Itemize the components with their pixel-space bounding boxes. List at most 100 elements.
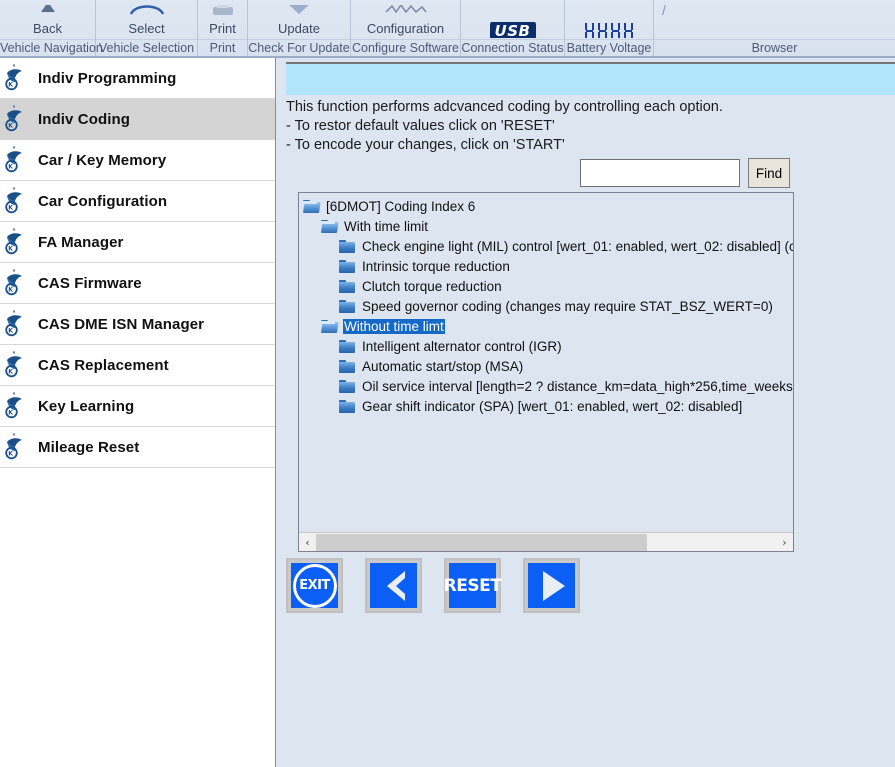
search-input[interactable] <box>580 159 740 187</box>
tree-node[interactable]: Speed governor coding (changes may requi… <box>299 296 793 316</box>
scrollbar-track[interactable] <box>316 533 776 551</box>
coding-options-tree[interactable]: [6DMOT] Coding Index 6 With time limit Che… <box>298 192 794 552</box>
brand-bird-icon: K <box>5 351 27 379</box>
ribbon-group-body: USB <box>461 0 564 39</box>
svg-text:K: K <box>8 369 13 376</box>
function-description: This function performs adcvanced coding … <box>286 99 723 153</box>
sidebar-item-car-configuration[interactable]: K Car Configuration <box>0 181 275 222</box>
brand-bird-icon: K <box>5 105 27 133</box>
ribbon-group-body: Update <box>248 0 350 39</box>
ribbon-icon-slot <box>127 5 167 21</box>
ribbon-group-title: Browser <box>654 39 895 56</box>
tree-node-label: [6DMOT] Coding Index 6 <box>326 198 476 214</box>
tree-horizontal-scrollbar[interactable]: ‹ › <box>299 532 793 551</box>
sidebar-item-label: Car / Key Memory <box>38 151 167 169</box>
tree-node[interactable]: Automatic start/stop (MSA) <box>299 356 793 376</box>
tree-node[interactable]: With time limit <box>299 216 793 236</box>
sidebar-item-cas-replacement[interactable]: K CAS Replacement <box>0 345 275 386</box>
ribbon-group-title: Connection Status <box>461 39 564 55</box>
sidebar-item-indiv-coding[interactable]: K Indiv Coding <box>0 99 275 140</box>
tree-node-label: Oil service interval [length=2 ? distanc… <box>362 378 793 394</box>
folder-closed-icon <box>339 399 355 413</box>
ribbon-group-body: Select <box>96 0 197 39</box>
sidebar-navigation: K Indiv Programming K Indiv Coding K Car / Ke… <box>0 58 276 767</box>
ribbon-group-vehicle-navigation[interactable]: Back Vehicle Navigation <box>0 0 103 56</box>
tree-node[interactable]: Without time limt <box>299 316 793 336</box>
folder-closed-icon <box>339 379 355 393</box>
reset-label: RESET <box>443 575 502 596</box>
scrollbar-thumb[interactable] <box>316 533 648 551</box>
scroll-right-arrow-icon[interactable]: › <box>776 533 793 551</box>
configuration-icon <box>384 5 428 21</box>
ribbon-group-connection-status[interactable]: USB Connection Status <box>461 0 565 56</box>
svg-text:K: K <box>8 123 13 130</box>
find-button[interactable]: Find <box>748 158 790 188</box>
tree-node-label: Automatic start/stop (MSA) <box>362 358 524 374</box>
tree-node-label: Clutch torque reduction <box>362 278 502 294</box>
ribbon-group-title: Print <box>198 39 247 56</box>
sidebar-item-label: CAS DME ISN Manager <box>38 315 205 333</box>
ribbon-toolbar: Back Vehicle Navigation Select Vehicle Sele… <box>0 0 895 58</box>
sidebar-item-label: Indiv Programming <box>38 69 177 87</box>
brand-bird-icon: K <box>5 269 27 297</box>
tree-node[interactable]: Check engine light (MIL) control [wert_0… <box>299 236 793 256</box>
tree-node[interactable]: Clutch torque reduction <box>299 276 793 296</box>
ribbon-group-body <box>565 0 653 39</box>
ribbon-icon-slot <box>35 5 61 21</box>
ribbon-icon-slot <box>384 5 428 21</box>
brand-bird-icon: K <box>5 187 27 215</box>
browser-path-text: / <box>662 2 666 18</box>
tree-node[interactable]: Gear shift indicator (SPA) [wert_01: ena… <box>299 396 793 416</box>
folder-closed-icon <box>339 279 355 293</box>
back-button[interactable] <box>365 558 422 613</box>
ribbon-caption: Configuration <box>366 21 445 36</box>
svg-text:K: K <box>8 410 13 417</box>
ribbon-group-print[interactable]: Print Print <box>198 0 248 56</box>
ribbon-group-check-for-update[interactable]: Update Check For Update <box>248 0 351 56</box>
brand-bird-icon: K <box>5 228 27 256</box>
ribbon-group-title: Check For Update <box>248 39 350 55</box>
play-icon <box>528 563 575 608</box>
tree-node[interactable]: [6DMOT] Coding Index 6 <box>299 196 793 216</box>
ribbon-group-vehicle-selection[interactable]: Select Vehicle Selection <box>96 0 198 56</box>
sidebar-item-key-learning[interactable]: K Key Learning <box>0 386 275 427</box>
sidebar-item-label: Key Learning <box>38 397 135 415</box>
sidebar-item-label: Car Configuration <box>38 192 168 210</box>
sidebar-item-car-key-memory[interactable]: K Car / Key Memory <box>0 140 275 181</box>
sidebar-item-mileage-reset[interactable]: K Mileage Reset <box>0 427 275 468</box>
svg-text:K: K <box>8 287 13 294</box>
sidebar-item-label: CAS Replacement <box>38 356 169 374</box>
tree-node[interactable]: Intrinsic torque reduction <box>299 256 793 276</box>
start-button[interactable] <box>523 558 580 613</box>
ribbon-group-configure-software[interactable]: Configuration Configure Software <box>351 0 461 56</box>
ribbon-group-body <box>654 0 895 39</box>
search-row: Find <box>580 158 790 188</box>
ribbon-group-title: Battery Voltage <box>565 39 653 55</box>
exit-button[interactable]: EXIT <box>286 558 343 613</box>
folder-closed-icon <box>339 359 355 373</box>
update-icon <box>284 5 314 21</box>
sidebar-empty-space <box>0 468 275 767</box>
sidebar-item-label: Indiv Coding <box>38 110 131 128</box>
sidebar-item-cas-dme-isn-manager[interactable]: K CAS DME ISN Manager <box>0 304 275 345</box>
ribbon-group-browser[interactable]: / Browser <box>654 0 895 56</box>
ribbon-group-title: Vehicle Selection <box>96 39 197 56</box>
sidebar-item-fa-manager[interactable]: K FA Manager <box>0 222 275 263</box>
tree-node[interactable]: Oil service interval [length=2 ? distanc… <box>299 376 793 396</box>
ribbon-group-title: Vehicle Navigation <box>0 39 103 55</box>
usb-icon: USB <box>489 22 536 38</box>
car-select-icon <box>127 5 167 21</box>
tree-node[interactable]: Intelligent alternator control (IGR) <box>299 336 793 356</box>
sidebar-item-cas-firmware[interactable]: K CAS Firmware <box>0 263 275 304</box>
ribbon-group-battery-voltage[interactable]: Battery Voltage <box>565 0 654 56</box>
tree-node-label: Check engine light (MIL) control [wert_0… <box>362 238 793 254</box>
scroll-left-arrow-icon[interactable]: ‹ <box>299 533 316 551</box>
ribbon-caption: Print <box>209 21 236 36</box>
folder-open-icon <box>320 319 339 333</box>
sidebar-item-label: CAS Firmware <box>38 274 142 292</box>
exit-label: EXIT <box>292 563 337 608</box>
reset-button[interactable]: RESET <box>443 558 502 613</box>
sidebar-item-indiv-programming[interactable]: K Indiv Programming <box>0 58 275 99</box>
ribbon-icon-slot: USB <box>489 22 536 38</box>
svg-text:K: K <box>8 82 13 89</box>
